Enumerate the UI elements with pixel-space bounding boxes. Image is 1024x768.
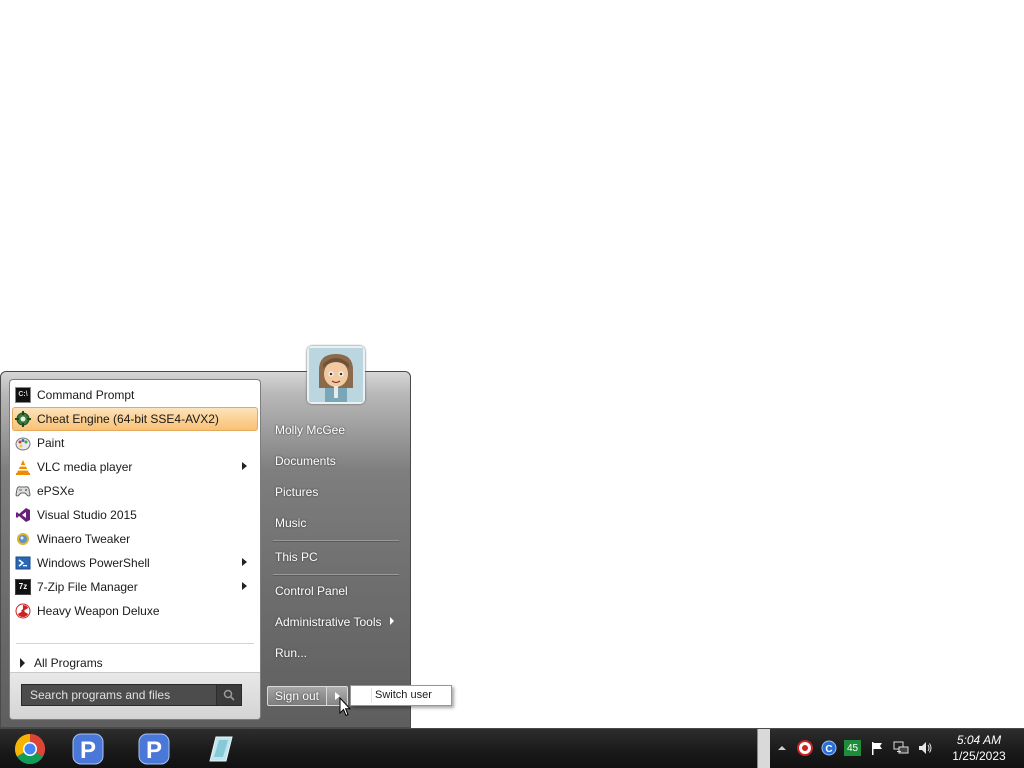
program-label: Visual Studio 2015 — [37, 508, 137, 522]
program-label: Heavy Weapon Deluxe — [37, 604, 160, 618]
program-item-cheat-engine[interactable]: Cheat Engine (64-bit SSE4-AVX2) — [12, 407, 258, 431]
search-icon — [223, 689, 235, 701]
submenu-arrow-icon — [242, 558, 247, 566]
svg-text:P: P — [146, 737, 162, 764]
taskbar: P P C 45 5:04 AM 1/25/2023 — [0, 728, 1024, 768]
program-item-epsxe[interactable]: ePSXe — [12, 479, 258, 503]
start-menu: C:\ Command Prompt Cheat Engine (64-bit … — [0, 371, 411, 728]
programs-pane: C:\ Command Prompt Cheat Engine (64-bit … — [9, 379, 261, 720]
clock-time: 5:04 AM — [956, 733, 1002, 747]
search-button[interactable] — [216, 685, 241, 705]
program-label: 7-Zip File Manager — [37, 580, 138, 594]
documents-link[interactable]: Documents — [275, 454, 336, 468]
program-label: Cheat Engine (64-bit SSE4-AVX2) — [37, 412, 219, 426]
program-item-paint[interactable]: Paint — [12, 431, 258, 455]
all-programs-label: All Programs — [34, 656, 103, 670]
program-item-visual-studio[interactable]: Visual Studio 2015 — [12, 503, 258, 527]
sign-out-flyout: Switch user — [350, 685, 452, 706]
clock[interactable]: 5:04 AM 1/25/2023 — [944, 732, 1014, 764]
expand-arrow-icon — [20, 658, 25, 668]
show-hidden-icons-button[interactable] — [774, 740, 790, 756]
submenu-arrow-icon — [389, 617, 394, 625]
visual-studio-icon — [15, 507, 31, 523]
tray-app-red-icon[interactable] — [797, 740, 813, 756]
administrative-tools-label: Administrative Tools — [275, 615, 382, 629]
administrative-tools-link[interactable]: Administrative Tools — [275, 615, 394, 629]
network-icon[interactable] — [893, 740, 909, 756]
svg-text:C: C — [825, 744, 832, 755]
program-label: Windows PowerShell — [37, 556, 150, 570]
tray-overflow-scroll[interactable] — [757, 729, 770, 768]
avatar-image — [309, 348, 363, 402]
p-app-icon: P — [138, 733, 170, 764]
places-pane: Molly McGee Documents Pictures Music Thi… — [263, 372, 412, 727]
cheat-engine-icon — [15, 411, 31, 427]
user-avatar[interactable] — [307, 346, 365, 404]
divider — [16, 643, 254, 644]
program-label: Command Prompt — [37, 388, 135, 402]
taskbar-p-app-button-2[interactable]: P — [124, 729, 184, 768]
program-list: C:\ Command Prompt Cheat Engine (64-bit … — [10, 383, 260, 623]
divider — [273, 540, 399, 541]
program-item-7zip[interactable]: 7z 7-Zip File Manager — [12, 575, 258, 599]
search-area — [10, 672, 260, 719]
program-label: ePSXe — [37, 484, 75, 498]
taskbar-paper-app-button[interactable] — [190, 729, 250, 768]
divider — [273, 574, 399, 575]
switch-user-item[interactable]: Switch user — [351, 686, 451, 705]
program-item-vlc[interactable]: VLC media player — [12, 455, 258, 479]
taskbar-p-app-button[interactable]: P — [58, 729, 118, 768]
tray-badge-icon[interactable]: 45 — [844, 740, 861, 756]
mouse-pointer-icon — [339, 697, 351, 717]
paint-icon — [15, 435, 31, 451]
powershell-icon — [15, 555, 31, 571]
volume-icon[interactable] — [917, 740, 933, 756]
all-programs-button[interactable]: All Programs — [20, 656, 103, 670]
taskbar-chrome-button[interactable] — [0, 729, 60, 768]
program-item-command-prompt[interactable]: C:\ Command Prompt — [12, 383, 258, 407]
program-item-winaero[interactable]: Winaero Tweaker — [12, 527, 258, 551]
run-link[interactable]: Run... — [275, 646, 307, 660]
gamepad-icon — [15, 483, 31, 499]
program-item-powershell[interactable]: Windows PowerShell — [12, 551, 258, 575]
search-input[interactable] — [22, 685, 216, 705]
clock-date: 1/25/2023 — [952, 749, 1006, 763]
user-name-link[interactable]: Molly McGee — [275, 423, 345, 437]
command-prompt-icon: C:\ — [15, 387, 31, 403]
tray-app-c-icon[interactable]: C — [821, 740, 837, 756]
program-label: VLC media player — [37, 460, 133, 474]
program-label: Winaero Tweaker — [37, 532, 131, 546]
control-panel-link[interactable]: Control Panel — [275, 584, 348, 598]
search-box — [21, 684, 242, 706]
action-center-flag-icon[interactable] — [869, 740, 885, 756]
submenu-arrow-icon — [242, 462, 247, 470]
paper-icon — [209, 736, 233, 761]
program-item-heavy-weapon[interactable]: Heavy Weapon Deluxe — [12, 599, 258, 623]
winaero-icon — [15, 531, 31, 547]
chrome-icon — [14, 733, 46, 764]
submenu-arrow-icon — [242, 582, 247, 590]
program-label: Paint — [37, 436, 65, 450]
radiation-icon — [15, 603, 31, 619]
this-pc-link[interactable]: This PC — [275, 550, 318, 564]
vlc-icon — [15, 459, 31, 475]
svg-text:P: P — [80, 737, 96, 764]
pictures-link[interactable]: Pictures — [275, 485, 318, 499]
music-link[interactable]: Music — [275, 516, 306, 530]
7zip-icon: 7z — [15, 579, 31, 595]
sign-out-button[interactable]: Sign out — [267, 686, 327, 706]
chevron-up-icon — [778, 746, 786, 750]
p-app-icon: P — [72, 733, 104, 764]
